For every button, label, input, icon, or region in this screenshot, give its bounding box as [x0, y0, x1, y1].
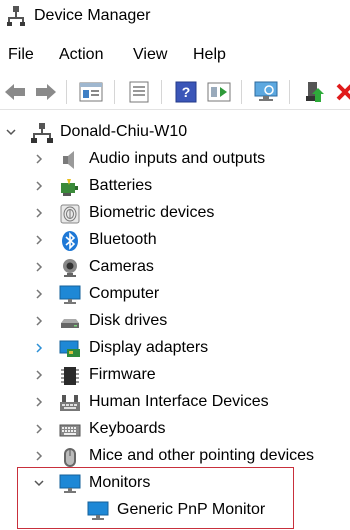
tree-item-label: Firmware	[89, 366, 156, 383]
update-driver-icon[interactable]	[302, 79, 328, 105]
chevron-right-icon[interactable]	[33, 342, 45, 354]
tree-item-label: Bluetooth	[89, 231, 157, 248]
menu-file[interactable]: File	[8, 46, 34, 64]
run-icon[interactable]	[206, 79, 232, 105]
tree-item-computer[interactable]: Computer	[0, 282, 350, 309]
bluetooth-icon	[62, 231, 78, 251]
chevron-right-icon[interactable]	[33, 369, 45, 381]
menu-help[interactable]: Help	[193, 46, 226, 64]
chevron-down-icon[interactable]	[5, 126, 17, 138]
tree-item-label: Batteries	[89, 177, 153, 194]
title-bar: Device Manager	[0, 0, 350, 36]
tree-item-label: Computer	[89, 285, 160, 302]
fingerprint-icon	[60, 204, 80, 224]
tree-item-label: Audio inputs and outputs	[89, 150, 266, 167]
tree-item-label: Keyboards	[89, 420, 166, 437]
chevron-right-icon[interactable]	[33, 153, 45, 165]
toolbar-separator	[66, 80, 67, 104]
hid-icon	[60, 395, 80, 411]
highlight-box	[17, 467, 294, 529]
tree-item-label: Cameras	[89, 258, 154, 275]
tree-item-biometric[interactable]: Biometric devices	[0, 201, 350, 228]
menu-bar: File Action View Help	[0, 44, 350, 70]
tree-item-batteries[interactable]: Batteries	[0, 174, 350, 201]
chevron-right-icon[interactable]	[33, 180, 45, 192]
tree-item-bluetooth[interactable]: Bluetooth	[0, 228, 350, 255]
help-icon[interactable]: ?	[173, 79, 199, 105]
tree-item-label: Biometric devices	[89, 204, 215, 221]
computer-tree-icon	[31, 123, 53, 143]
toolbar: ?	[0, 74, 350, 110]
mouse-icon	[64, 448, 76, 467]
remove-icon[interactable]	[332, 79, 350, 105]
display-adapter-icon	[59, 340, 80, 357]
speaker-icon	[63, 151, 74, 169]
tree-item-label: Human Interface Devices	[89, 393, 269, 410]
disk-drive-icon	[61, 319, 79, 328]
svg-text:?: ?	[182, 84, 191, 100]
tree-root[interactable]: Donald-Chiu-W10	[0, 120, 350, 147]
chevron-right-icon[interactable]	[33, 288, 45, 300]
chevron-right-icon[interactable]	[33, 423, 45, 435]
tree-item-disk-drives[interactable]: Disk drives	[0, 309, 350, 336]
back-arrow-icon[interactable]	[2, 79, 28, 105]
battery-icon	[61, 179, 78, 196]
tree-item-audio[interactable]: Audio inputs and outputs	[0, 147, 350, 174]
camera-icon	[63, 259, 77, 277]
tree-item-display-adapters[interactable]: Display adapters	[0, 336, 350, 363]
forward-arrow-icon[interactable]	[33, 79, 59, 105]
chevron-right-icon[interactable]	[33, 261, 45, 273]
computer-icon	[59, 285, 81, 304]
monitor-scan-icon[interactable]	[253, 79, 279, 105]
menu-action[interactable]: Action	[59, 46, 103, 64]
tree-item-keyboards[interactable]: Keyboards	[0, 417, 350, 444]
tree-item-firmware[interactable]: Firmware	[0, 363, 350, 390]
chevron-right-icon[interactable]	[33, 450, 45, 462]
tree-root-label: Donald-Chiu-W10	[60, 123, 188, 140]
tree-item-label: Display adapters	[89, 339, 209, 356]
firmware-icon	[61, 367, 79, 385]
tree-item-label: Disk drives	[89, 312, 168, 329]
tree-item-hid[interactable]: Human Interface Devices	[0, 390, 350, 417]
toolbar-separator	[241, 80, 242, 104]
keyboard-icon	[59, 424, 81, 437]
chevron-right-icon[interactable]	[33, 207, 45, 219]
toolbar-separator	[114, 80, 115, 104]
chevron-right-icon[interactable]	[33, 396, 45, 408]
print-icon[interactable]	[126, 79, 152, 105]
chevron-right-icon[interactable]	[33, 315, 45, 327]
tree-item-label: Mice and other pointing devices	[89, 447, 315, 464]
device-manager-icon	[7, 6, 25, 26]
toolbar-separator	[289, 80, 290, 104]
tree-item-cameras[interactable]: Cameras	[0, 255, 350, 282]
toolbar-separator	[161, 80, 162, 104]
window-title: Device Manager	[34, 7, 151, 24]
properties-icon[interactable]	[78, 79, 104, 105]
menu-view[interactable]: View	[133, 46, 167, 64]
chevron-right-icon[interactable]	[33, 234, 45, 246]
